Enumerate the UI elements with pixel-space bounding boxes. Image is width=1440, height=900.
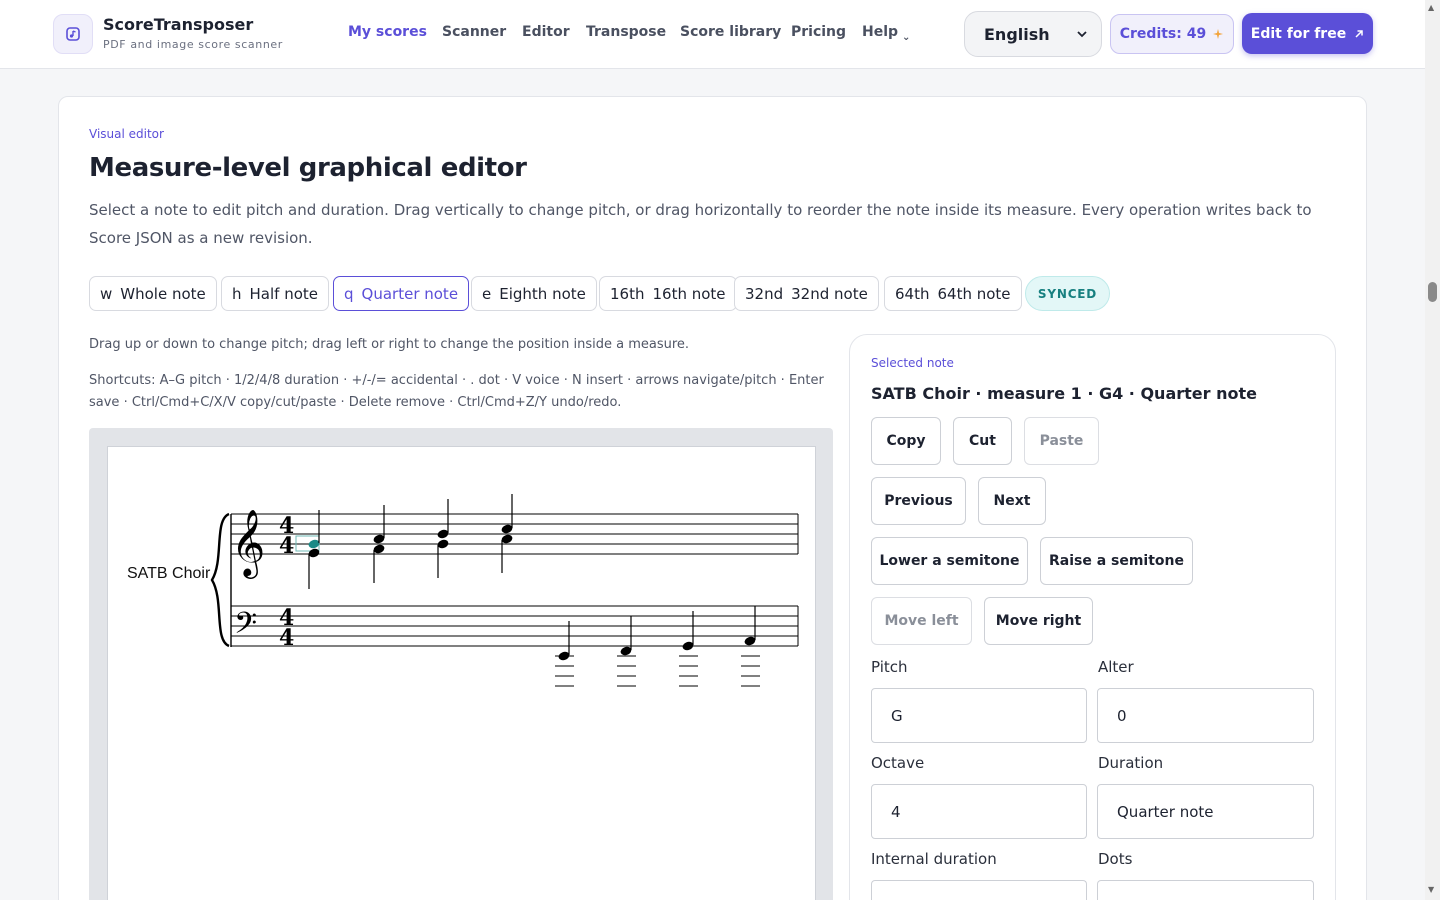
alter-input[interactable]: 0 — [1097, 688, 1314, 743]
dots-input[interactable] — [1097, 880, 1314, 900]
octave-label: Octave — [871, 754, 925, 772]
move-left-button[interactable]: Move left — [871, 597, 972, 645]
selected-note-title: SATB Choir · measure 1 · G4 · Quarter no… — [871, 384, 1257, 403]
bass-staff — [231, 605, 799, 647]
duration-select[interactable]: Quarter note — [1097, 784, 1314, 839]
alter-label: Alter — [1098, 658, 1134, 676]
internal-duration-label: Internal duration — [871, 850, 997, 868]
pitch-input[interactable]: G — [871, 688, 1087, 743]
octave-input[interactable]: 4 — [871, 784, 1087, 839]
cut-button[interactable]: Cut — [953, 417, 1012, 465]
pitch-label: Pitch — [871, 658, 908, 676]
bass-note-3 — [679, 611, 698, 687]
copy-button[interactable]: Copy — [871, 417, 941, 465]
bass-note-1 — [555, 621, 574, 687]
panel-eyebrow: Selected note — [871, 356, 954, 370]
paste-button[interactable]: Paste — [1024, 417, 1099, 465]
lower-semitone-button[interactable]: Lower a semitone — [871, 537, 1028, 585]
previous-note-button[interactable]: Previous — [871, 477, 966, 525]
duration-label: Duration — [1098, 754, 1164, 772]
dots-label: Dots — [1098, 850, 1133, 868]
raise-semitone-button[interactable]: Raise a semitone — [1040, 537, 1193, 585]
move-right-button[interactable]: Move right — [984, 597, 1093, 645]
time-signature-bottom: 4 — [279, 625, 294, 651]
treble-staff — [231, 513, 799, 555]
time-signature-top: 4 — [279, 533, 294, 559]
treble-clef: 𝄞 — [231, 508, 265, 579]
system-brace — [210, 512, 230, 648]
next-note-button[interactable]: Next — [978, 477, 1046, 525]
internal-duration-input[interactable] — [871, 880, 1087, 900]
bass-clef: 𝄢 — [234, 607, 257, 648]
